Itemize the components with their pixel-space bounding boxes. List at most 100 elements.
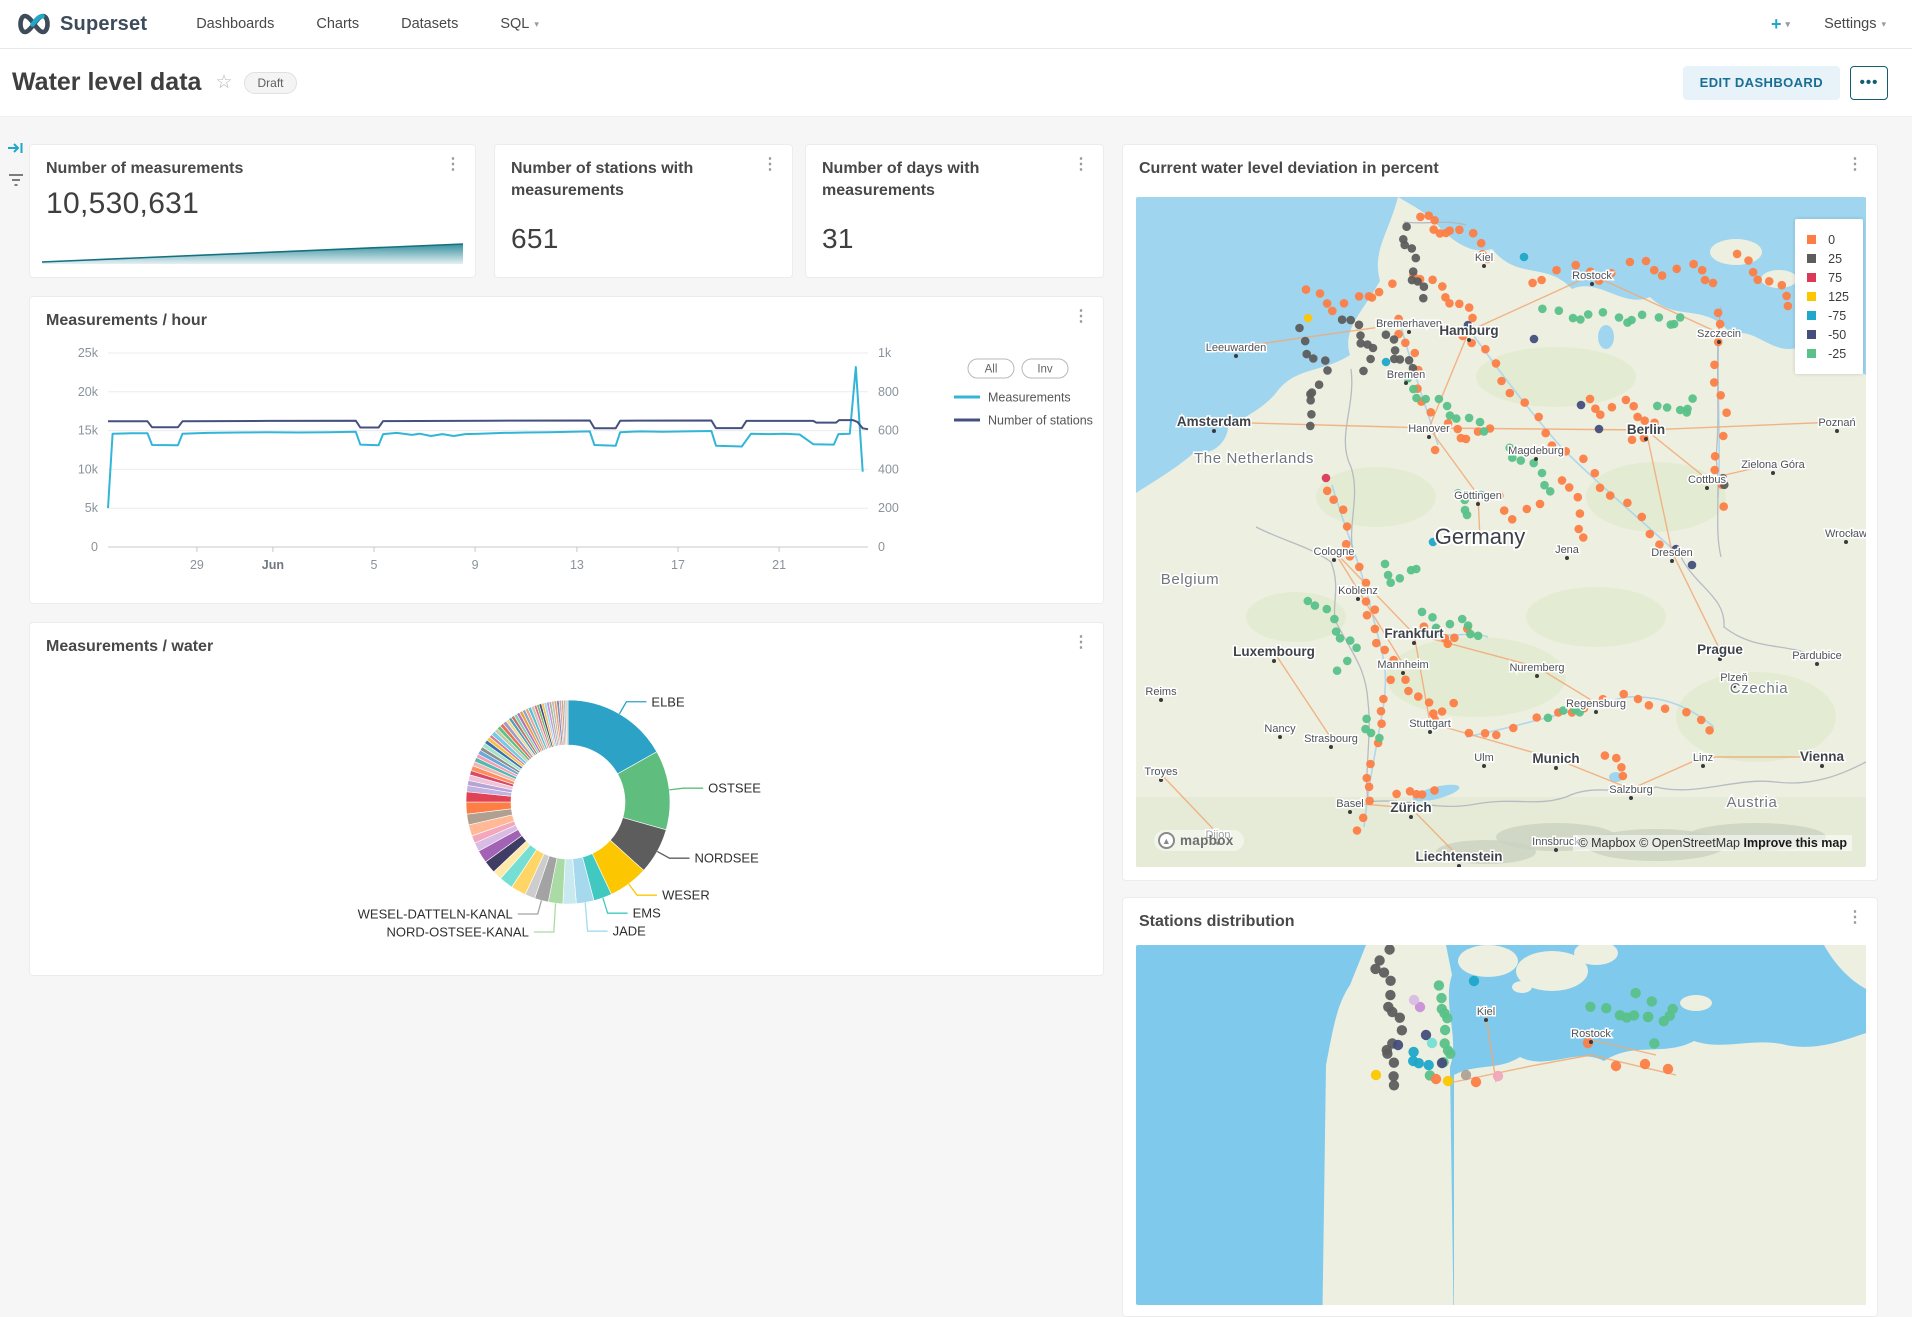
station-dot — [1333, 666, 1342, 675]
nav-item-dashboards[interactable]: Dashboards — [175, 16, 295, 32]
station-dot — [1412, 254, 1421, 263]
chart-menu-icon[interactable]: ⋮ — [756, 155, 784, 175]
city-marker-dot — [1159, 698, 1163, 702]
legend-item-number-of-stations[interactable]: Number of stations — [954, 414, 1093, 428]
station-dot — [1301, 337, 1310, 346]
donut-slice-label: WESER — [662, 888, 710, 903]
legend-label: 25 — [1828, 252, 1842, 266]
station-dot — [1744, 256, 1753, 265]
kpi-title: Number of stations with measurements — [511, 158, 741, 201]
station-dot — [1555, 306, 1564, 315]
map-city-label: Luxembourg — [1233, 644, 1315, 659]
map-city-label: Magdeburg — [1508, 445, 1564, 457]
station-dot — [1371, 625, 1380, 634]
chart-menu-icon[interactable]: ⋮ — [1067, 155, 1095, 175]
station-dot — [1617, 763, 1626, 772]
station-dot — [1765, 277, 1774, 286]
legend-button-label: Inv — [1037, 364, 1053, 376]
station-dot — [1355, 563, 1364, 572]
y-axis-left-tick: 15k — [78, 424, 99, 438]
donut-label-connector — [619, 702, 646, 714]
station-dot — [1434, 980, 1444, 990]
map-city-label: Germany — [1435, 524, 1525, 549]
legend-label: -25 — [1828, 347, 1846, 361]
station-dot — [1385, 990, 1395, 1000]
map-city-label: Nancy — [1264, 723, 1296, 735]
chart-title: Measurements / hour — [46, 310, 207, 332]
chart-title: Stations distribution — [1139, 911, 1295, 933]
chart-menu-icon[interactable]: ⋮ — [439, 155, 467, 175]
nav-item-charts[interactable]: Charts — [295, 16, 380, 32]
favorite-star-icon[interactable]: ☆ — [215, 71, 232, 94]
x-axis-tick: 13 — [570, 558, 584, 572]
city-marker-dot — [1554, 848, 1558, 852]
y-axis-right-tick: 1k — [878, 346, 892, 360]
edit-dashboard-button[interactable]: EDIT DASHBOARD — [1683, 66, 1840, 100]
station-dot — [1709, 279, 1718, 288]
station-dot — [1449, 699, 1458, 708]
legend-swatch — [1807, 254, 1816, 263]
stations-map[interactable]: KielRostock — [1136, 945, 1866, 1305]
station-dot — [1638, 513, 1647, 522]
legend-item-measurements[interactable]: Measurements — [954, 391, 1071, 405]
mapbox-logo[interactable]: ▲ mapbox — [1154, 830, 1244, 851]
station-dot — [1401, 339, 1410, 348]
deviation-map-panel: Current water level deviation in percent… — [1122, 144, 1878, 881]
station-dot — [1365, 783, 1374, 792]
superset-logo[interactable]: Superset — [16, 13, 147, 36]
map-city-label: Reims — [1145, 686, 1177, 698]
station-dot — [1353, 826, 1362, 835]
city-marker-dot — [1159, 778, 1163, 782]
station-dot — [1355, 321, 1364, 330]
station-dot — [1749, 268, 1758, 277]
chart-menu-icon[interactable]: ⋮ — [1841, 155, 1869, 175]
city-marker-dot — [1534, 457, 1538, 461]
chart-menu-icon[interactable]: ⋮ — [1067, 307, 1095, 327]
station-dot — [1663, 1064, 1673, 1074]
station-dot — [1409, 385, 1418, 394]
nav-item-datasets[interactable]: Datasets — [380, 16, 479, 32]
map-city-label: Czechia — [1730, 680, 1788, 697]
station-dot — [1442, 1013, 1452, 1023]
legend-button-all[interactable]: All — [968, 359, 1014, 378]
station-dot — [1365, 797, 1374, 806]
city-marker-dot — [1407, 330, 1411, 334]
station-dot — [1705, 726, 1714, 735]
dashboard-more-button[interactable]: ••• — [1850, 66, 1888, 100]
map-city-label: Cottbus — [1688, 474, 1726, 486]
kpi-value: 31 — [822, 223, 854, 255]
city-marker-dot — [1467, 338, 1471, 342]
station-dot — [1431, 1074, 1441, 1084]
legend-label: 75 — [1828, 271, 1842, 285]
station-dot — [1412, 565, 1421, 574]
station-dot — [1436, 993, 1446, 1003]
map-legend-item: 75 — [1807, 268, 1849, 287]
y-axis-right-tick: 800 — [878, 385, 899, 399]
station-dot — [1396, 574, 1405, 583]
station-dot — [1443, 640, 1452, 649]
kpi-card-days: Number of days with measurements ⋮ 31 — [805, 144, 1104, 278]
series-line-measurements — [108, 367, 863, 508]
station-dot — [1528, 279, 1537, 288]
improve-map-link[interactable]: Improve this map — [1744, 836, 1848, 850]
new-item-button[interactable]: + ▾ — [1771, 14, 1790, 35]
filter-icon[interactable] — [7, 172, 25, 193]
station-dot — [1591, 469, 1600, 478]
station-dot — [1658, 271, 1667, 280]
station-dot — [1389, 1080, 1399, 1090]
donut-label-connector — [603, 898, 628, 913]
nav-item-sql[interactable]: SQL▾ — [479, 16, 560, 32]
deviation-map[interactable]: LeeuwardenKielRostockSzczecinBremerhaven… — [1136, 197, 1866, 867]
station-dot — [1647, 996, 1657, 1006]
legend-button-inv[interactable]: Inv — [1022, 359, 1068, 378]
station-dot — [1710, 466, 1719, 475]
station-dot — [1653, 402, 1662, 411]
expand-filter-bar-icon[interactable] — [7, 140, 25, 161]
chart-menu-icon[interactable]: ⋮ — [1841, 908, 1869, 928]
map-city-label: Göttingen — [1454, 490, 1502, 502]
city-marker-dot — [1844, 540, 1848, 544]
station-dot — [1646, 530, 1655, 539]
donut-slice-label: NORDSEE — [694, 851, 759, 866]
settings-menu[interactable]: Settings ▾ — [1824, 16, 1886, 32]
station-dot — [1500, 506, 1509, 515]
